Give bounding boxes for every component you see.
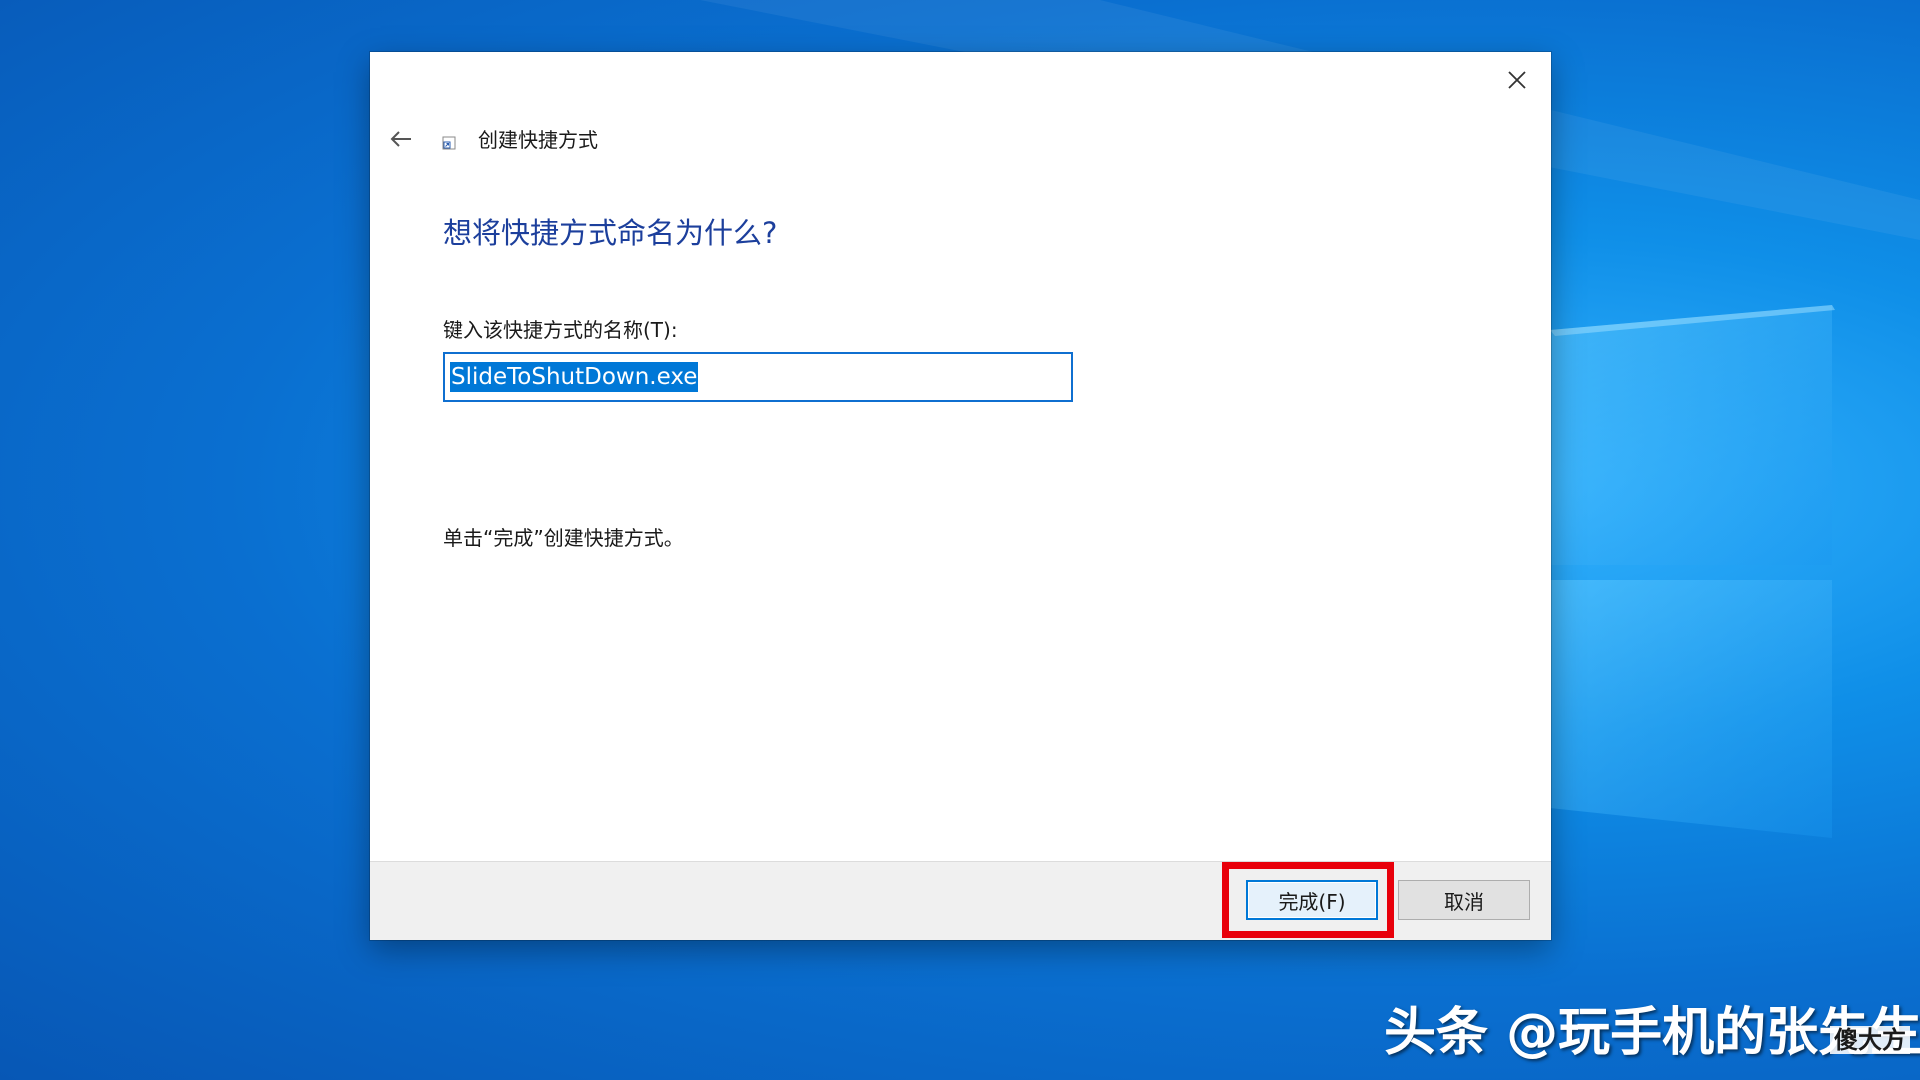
shortcut-name-input[interactable]: SlideToShutDown.exe	[443, 352, 1073, 402]
close-button[interactable]	[1497, 62, 1537, 98]
window-title: 创建快捷方式	[478, 128, 598, 152]
shortcut-name-label: 键入该快捷方式的名称(T):	[443, 318, 678, 342]
red-highlight-box	[1222, 862, 1394, 938]
watermark-badge: 傻大方	[1830, 1026, 1910, 1054]
back-button[interactable]	[384, 122, 418, 156]
back-arrow-icon	[390, 131, 411, 147]
cancel-button[interactable]: 取消	[1398, 880, 1530, 920]
dialog-heading: 想将快捷方式命名为什么?	[443, 216, 778, 250]
selected-name-text: SlideToShutDown.exe	[450, 362, 699, 392]
shortcut-icon	[442, 136, 456, 150]
create-shortcut-dialog: 创建快捷方式 想将快捷方式命名为什么? 键入该快捷方式的名称(T): Slide…	[370, 52, 1551, 940]
close-icon	[1508, 71, 1526, 89]
instruction-text: 单击“完成”创建快捷方式。	[443, 526, 684, 550]
